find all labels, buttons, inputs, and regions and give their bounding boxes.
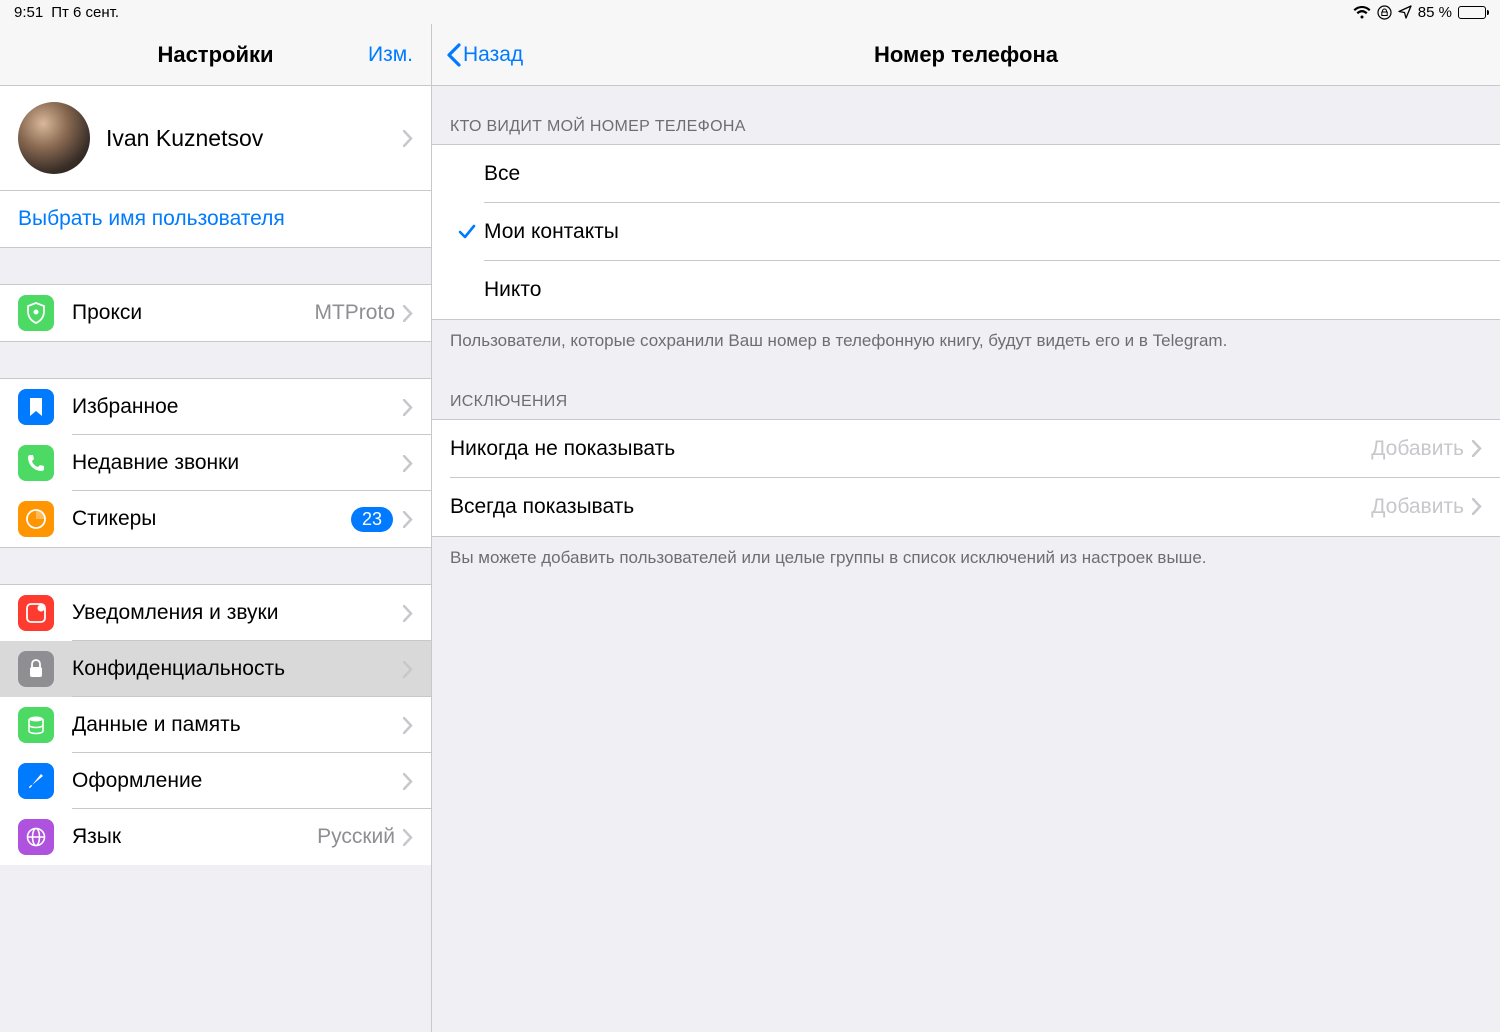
chevron-right-icon <box>403 661 413 678</box>
cell-label: Уведомления и звуки <box>72 601 403 625</box>
cell-value: Добавить <box>1371 495 1464 519</box>
cell-label: Язык <box>72 825 317 849</box>
notifications-icon <box>18 595 54 631</box>
profile-name: Ivan Kuznetsov <box>106 125 403 152</box>
sidebar-item-notifications[interactable]: Уведомления и звуки <box>0 585 431 641</box>
status-bar: 9:51 Пт 6 сент. 85 % <box>0 0 1500 24</box>
chevron-right-icon <box>403 717 413 734</box>
profile-cell[interactable]: Ivan Kuznetsov <box>0 86 431 190</box>
sidebar-navbar: Настройки Изм. <box>0 24 431 86</box>
brush-icon <box>18 763 54 799</box>
orientation-lock-icon <box>1377 5 1392 20</box>
set-username-link[interactable]: Выбрать имя пользователя <box>0 190 431 247</box>
section-header-who-sees: КТО ВИДИТ МОЙ НОМЕР ТЕЛЕФОНА <box>432 86 1500 144</box>
cell-value: Добавить <box>1371 437 1464 461</box>
chevron-right-icon <box>403 511 413 528</box>
chevron-right-icon <box>1472 498 1482 515</box>
detail-navbar: Назад Номер телефона <box>432 24 1500 86</box>
phone-icon <box>18 445 54 481</box>
sidebar-item-recent-calls[interactable]: Недавние звонки <box>0 435 431 491</box>
chevron-right-icon <box>403 399 413 416</box>
edit-button[interactable]: Изм. <box>368 43 413 67</box>
chevron-right-icon <box>1472 440 1482 457</box>
chevron-right-icon <box>403 829 413 846</box>
back-label: Назад <box>463 43 523 67</box>
avatar <box>18 102 90 174</box>
sidebar-item-privacy[interactable]: Конфиденциальность <box>0 641 431 697</box>
cell-value: MTProto <box>314 301 395 325</box>
sticker-icon <box>18 501 54 537</box>
cell-label: Стикеры <box>72 507 351 531</box>
lock-icon <box>18 651 54 687</box>
chevron-right-icon <box>403 305 413 322</box>
cell-label: Никогда не показывать <box>450 437 1371 461</box>
chevron-right-icon <box>403 455 413 472</box>
battery-icon <box>1458 6 1486 19</box>
settings-sidebar: Настройки Изм. Ivan Kuznetsov Выбрать им… <box>0 24 432 1032</box>
cell-label: Оформление <box>72 769 403 793</box>
cell-label: Конфиденциальность <box>72 657 403 681</box>
section-header-exceptions: ИСКЛЮЧЕНИЯ <box>432 361 1500 419</box>
status-time: 9:51 <box>14 4 43 21</box>
detail-title: Номер телефона <box>432 42 1500 68</box>
cell-label: Избранное <box>72 395 403 419</box>
chevron-right-icon <box>403 605 413 622</box>
exception-always-show[interactable]: Всегда показывать Добавить <box>432 478 1500 536</box>
back-button[interactable]: Назад <box>446 43 523 67</box>
section-footer-exceptions: Вы можете добавить пользователей или цел… <box>432 537 1500 578</box>
shield-icon <box>18 295 54 331</box>
badge: 23 <box>351 507 393 532</box>
option-nobody[interactable]: Никто <box>432 261 1500 319</box>
sidebar-item-stickers[interactable]: Стикеры 23 <box>0 491 431 547</box>
database-icon <box>18 707 54 743</box>
cell-label: Всегда показывать <box>450 495 1371 519</box>
option-label: Все <box>484 162 520 186</box>
exception-never-show[interactable]: Никогда не показывать Добавить <box>432 420 1500 478</box>
bookmark-icon <box>18 389 54 425</box>
wifi-icon <box>1353 6 1371 19</box>
cell-label: Данные и память <box>72 713 403 737</box>
detail-pane: Назад Номер телефона КТО ВИДИТ МОЙ НОМЕР… <box>432 24 1500 1032</box>
sidebar-item-appearance[interactable]: Оформление <box>0 753 431 809</box>
cell-value: Русский <box>317 825 395 849</box>
battery-percent: 85 % <box>1418 4 1452 21</box>
option-contacts[interactable]: Мои контакты <box>432 203 1500 261</box>
option-label: Мои контакты <box>484 220 619 244</box>
sidebar-title: Настройки <box>0 42 431 68</box>
chevron-right-icon <box>403 773 413 790</box>
option-label: Никто <box>484 278 541 302</box>
sidebar-item-data[interactable]: Данные и память <box>0 697 431 753</box>
sidebar-item-proxy[interactable]: Прокси MTProto <box>0 285 431 341</box>
sidebar-item-language[interactable]: Язык Русский <box>0 809 431 865</box>
cell-label: Недавние звонки <box>72 451 403 475</box>
option-everybody[interactable]: Все <box>432 145 1500 203</box>
location-icon <box>1398 5 1412 19</box>
sidebar-item-favorites[interactable]: Избранное <box>0 379 431 435</box>
status-date: Пт 6 сент. <box>51 4 119 21</box>
globe-icon <box>18 819 54 855</box>
chevron-right-icon <box>403 130 413 147</box>
checkmark-icon <box>450 224 484 240</box>
cell-label: Прокси <box>72 301 314 325</box>
section-footer-who-sees: Пользователи, которые сохранили Ваш номе… <box>432 320 1500 361</box>
